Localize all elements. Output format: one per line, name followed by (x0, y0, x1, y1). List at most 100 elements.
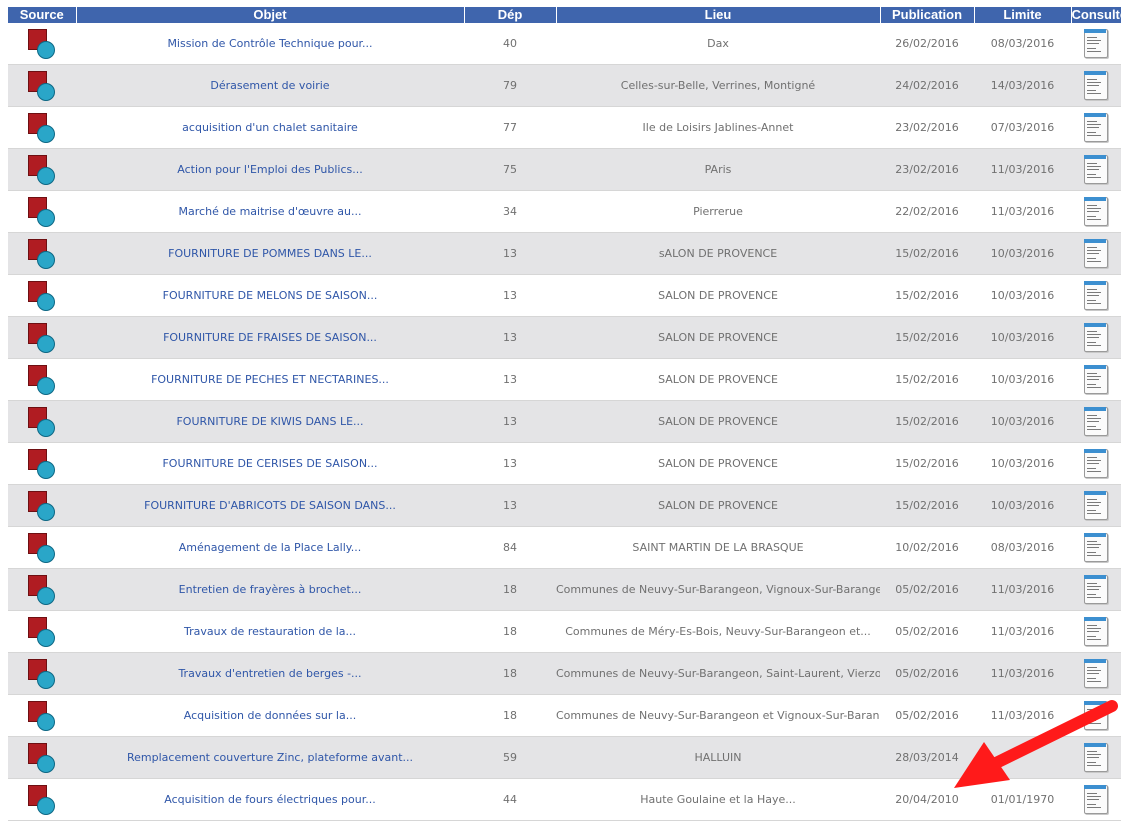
objet-cell: Mission de Contrôle Technique pour... (76, 23, 464, 65)
objet-cell: Entretien de frayères à brochet... (76, 568, 464, 611)
document-icon[interactable] (1084, 323, 1108, 352)
table-row[interactable]: FOURNITURE DE POMMES DANS LE... 13 sALON… (8, 232, 1121, 275)
objet-link[interactable]: FOURNITURE DE FRAISES DE SAISON... (163, 331, 377, 344)
objet-link[interactable]: Marché de maitrise d'œuvre au... (179, 205, 362, 218)
table-row[interactable]: Marché de maitrise d'œuvre au... 34 Pier… (8, 190, 1121, 233)
table-row[interactable]: Entretien de frayères à brochet... 18 Co… (8, 568, 1121, 611)
objet-link[interactable]: Remplacement couverture Zinc, plateforme… (127, 751, 413, 764)
consulter-cell (1071, 274, 1121, 317)
objet-link[interactable]: Dérasement de voirie (210, 79, 329, 92)
header-lieu[interactable]: Lieu (555, 7, 880, 23)
document-icon[interactable] (1084, 449, 1108, 478)
objet-link[interactable]: FOURNITURE DE MELONS DE SAISON... (163, 289, 378, 302)
objet-cell: FOURNITURE DE MELONS DE SAISON... (76, 274, 464, 317)
table-row[interactable]: Aménagement de la Place Lally... 84 SAIN… (8, 526, 1121, 569)
header-source[interactable]: Source (8, 7, 76, 23)
document-icon[interactable] (1084, 617, 1108, 646)
limite-cell: 10/03/2016 (974, 274, 1071, 317)
objet-link[interactable]: Acquisition de fours électriques pour... (164, 793, 375, 806)
table-row[interactable]: FOURNITURE DE FRAISES DE SAISON... 13 SA… (8, 316, 1121, 359)
table-row[interactable]: FOURNITURE DE CERISES DE SAISON... 13 SA… (8, 442, 1121, 485)
objet-link[interactable]: Action pour l'Emploi des Publics... (177, 163, 362, 176)
table-row[interactable]: FOURNITURE DE KIWIS DANS LE... 13 SALON … (8, 400, 1121, 443)
source-cell (8, 610, 76, 653)
document-icon[interactable] (1084, 239, 1108, 268)
publication-cell: 15/02/2016 (880, 484, 974, 527)
document-icon[interactable] (1084, 533, 1108, 562)
limite-cell: 11/03/2016 (974, 568, 1071, 611)
dep-cell: 79 (464, 64, 556, 107)
document-icon[interactable] (1084, 365, 1108, 394)
limite-cell: 08/03/2016 (974, 23, 1071, 65)
table-row[interactable]: FOURNITURE DE MELONS DE SAISON... 13 SAL… (8, 274, 1121, 317)
lieu-cell: SALON DE PROVENCE (556, 316, 880, 359)
publication-cell: 15/02/2016 (880, 358, 974, 401)
source-cell (8, 652, 76, 695)
table-row[interactable]: FOURNITURE DE PECHES ET NECTARINES... 13… (8, 358, 1121, 401)
document-icon[interactable] (1084, 155, 1108, 184)
dep-cell: 84 (464, 526, 556, 569)
header-consulter[interactable]: Consulter (1070, 7, 1121, 23)
objet-link[interactable]: FOURNITURE DE PECHES ET NECTARINES... (151, 373, 389, 386)
objet-link[interactable]: FOURNITURE D'ABRICOTS DE SAISON DANS... (144, 499, 396, 512)
table-row[interactable]: Mission de Contrôle Technique pour... 40… (8, 23, 1121, 65)
document-icon[interactable] (1084, 197, 1108, 226)
limite-cell: 10/03/2016 (974, 316, 1071, 359)
document-icon[interactable] (1084, 659, 1108, 688)
document-icon[interactable] (1084, 281, 1108, 310)
header-objet[interactable]: Objet (75, 7, 464, 23)
objet-link[interactable]: acquisition d'un chalet sanitaire (182, 121, 358, 134)
document-icon[interactable] (1084, 113, 1108, 142)
source-cell (8, 106, 76, 149)
objet-link[interactable]: FOURNITURE DE POMMES DANS LE... (168, 247, 372, 260)
objet-link[interactable]: Entretien de frayères à brochet... (179, 583, 362, 596)
objet-link[interactable]: Aménagement de la Place Lally... (179, 541, 361, 554)
table-row[interactable]: FOURNITURE D'ABRICOTS DE SAISON DANS... … (8, 484, 1121, 527)
objet-link[interactable]: Travaux d'entretien de berges -... (178, 667, 361, 680)
lieu-cell: SALON DE PROVENCE (556, 358, 880, 401)
document-icon[interactable] (1084, 575, 1108, 604)
ac-source-icon (28, 154, 55, 185)
table-row[interactable]: Acquisition de données sur la... 18 Comm… (8, 694, 1121, 737)
publication-cell: 05/02/2016 (880, 652, 974, 695)
table-row[interactable]: Travaux d'entretien de berges -... 18 Co… (8, 652, 1121, 695)
source-cell (8, 442, 76, 485)
objet-cell: Travaux d'entretien de berges -... (76, 652, 464, 695)
lieu-cell: SALON DE PROVENCE (556, 442, 880, 485)
ac-source-icon (28, 448, 55, 479)
objet-link[interactable]: Travaux de restauration de la... (184, 625, 356, 638)
ac-source-icon (28, 28, 55, 59)
header-dep[interactable]: Dép (463, 7, 556, 23)
dep-cell: 13 (464, 442, 556, 485)
dep-cell: 13 (464, 400, 556, 443)
table-row[interactable]: Remplacement couverture Zinc, plateforme… (8, 736, 1121, 779)
consulter-cell (1071, 568, 1121, 611)
header-limite[interactable]: Limite (973, 7, 1071, 23)
table-row[interactable]: Dérasement de voirie 79 Celles-sur-Belle… (8, 64, 1121, 107)
consulter-cell (1071, 694, 1121, 737)
objet-link[interactable]: Acquisition de données sur la... (184, 709, 356, 722)
objet-link[interactable]: FOURNITURE DE KIWIS DANS LE... (176, 415, 363, 428)
document-icon[interactable] (1084, 71, 1108, 100)
header-publication[interactable]: Publication (879, 7, 974, 23)
document-icon[interactable] (1084, 701, 1108, 730)
document-icon[interactable] (1084, 785, 1108, 814)
document-icon[interactable] (1084, 29, 1108, 58)
table-row[interactable]: acquisition d'un chalet sanitaire 77 Ile… (8, 106, 1121, 149)
source-cell (8, 358, 76, 401)
document-icon[interactable] (1084, 491, 1108, 520)
table-row[interactable]: Acquisition de fours électriques pour...… (8, 778, 1121, 821)
table-row[interactable]: Action pour l'Emploi des Publics... 75 P… (8, 148, 1121, 191)
limite-cell: 01/01/1970 (974, 778, 1071, 821)
objet-link[interactable]: FOURNITURE DE CERISES DE SAISON... (162, 457, 377, 470)
ac-source-icon (28, 70, 55, 101)
objet-link[interactable]: Mission de Contrôle Technique pour... (167, 37, 372, 50)
publication-cell: 20/04/2010 (880, 778, 974, 821)
dep-cell: 77 (464, 106, 556, 149)
ac-source-icon (28, 196, 55, 227)
dep-cell: 34 (464, 190, 556, 233)
document-icon[interactable] (1084, 743, 1108, 772)
table-row[interactable]: Travaux de restauration de la... 18 Comm… (8, 610, 1121, 653)
document-icon[interactable] (1084, 407, 1108, 436)
dep-cell: 40 (464, 23, 556, 65)
